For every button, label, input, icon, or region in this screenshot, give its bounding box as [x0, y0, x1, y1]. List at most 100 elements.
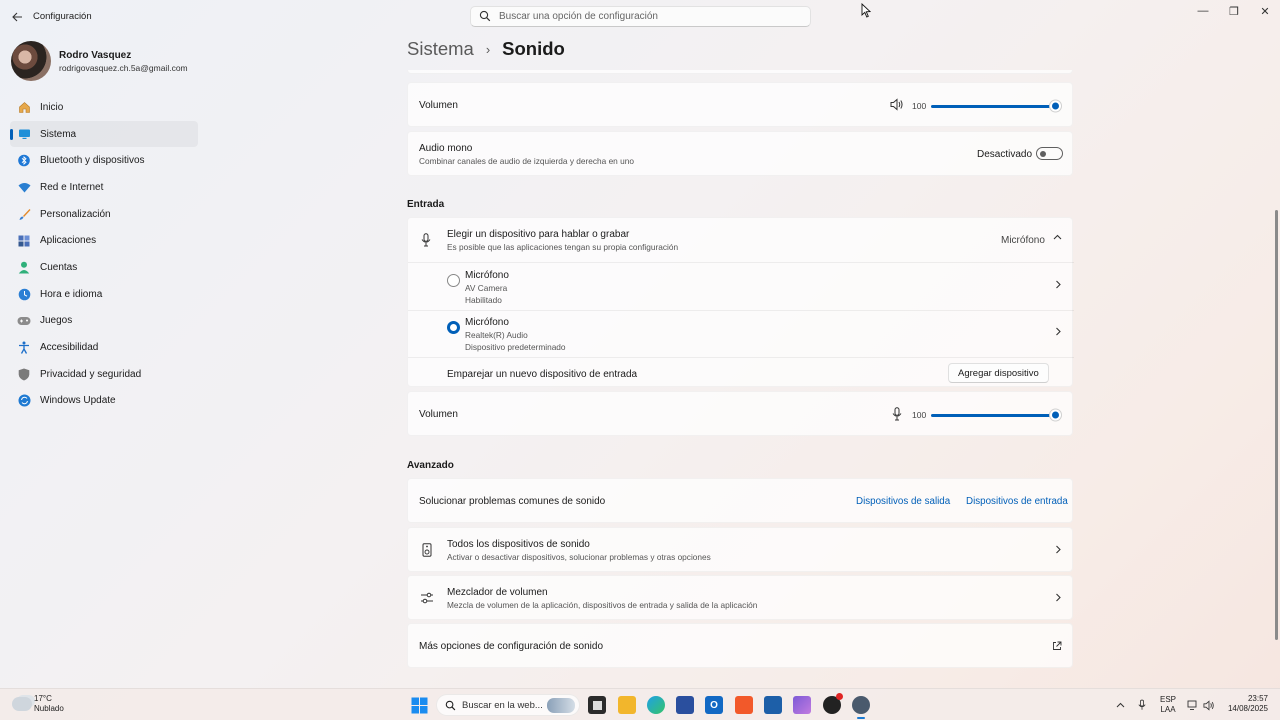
close-button[interactable]: ✕ [1250, 2, 1280, 20]
input-device-header[interactable]: Elegir un dispositivo para hablar o grab… [408, 218, 1074, 262]
output-volume-label: Volumen [419, 100, 458, 111]
file-explorer-icon[interactable] [618, 696, 636, 714]
audio-mono-subtitle: Combinar canales de audio de izquierda y… [419, 156, 634, 166]
cloud-icon [12, 697, 32, 711]
input-volume-slider[interactable] [931, 409, 1061, 421]
settings-search-input[interactable] [499, 11, 799, 22]
search-icon [445, 700, 456, 711]
profile-name: Rodro Vasquez [59, 49, 132, 61]
audio-mono-title: Audio mono [419, 143, 473, 154]
minimize-button[interactable]: — [1188, 2, 1218, 20]
card-partial [407, 70, 1073, 74]
audio-mono-state: Desactivado [977, 149, 1033, 160]
tray-overflow-icon[interactable] [1116, 689, 1125, 720]
edge-browser-icon[interactable] [647, 696, 665, 714]
slider-thumb[interactable] [1050, 100, 1061, 112]
search-icon [479, 10, 493, 24]
device-detail: Realtek(R) Audio [465, 330, 528, 340]
back-arrow-icon[interactable] [8, 8, 26, 26]
mixer-subtitle: Mezcla de volumen de la aplicación, disp… [447, 600, 758, 610]
device-status: Habilitado [465, 295, 502, 305]
external-link-icon[interactable] [1052, 640, 1062, 654]
store-icon[interactable] [676, 696, 694, 714]
selected-input-device: Micrófono [1001, 235, 1045, 246]
chevron-right-icon[interactable] [1054, 327, 1062, 339]
input-volume-card: Volumen 100 [407, 391, 1073, 436]
device-radio-selected[interactable] [447, 321, 460, 334]
network-icon[interactable] [1187, 689, 1199, 720]
content-area: Volumen 100 Audio mono Combinar canales … [0, 70, 1280, 688]
start-icon[interactable] [410, 696, 428, 714]
photos-icon[interactable] [764, 696, 782, 714]
device-status: Dispositivo predeterminado [465, 342, 566, 352]
mixer-sliders-icon [420, 591, 434, 608]
volume-mixer-card[interactable]: Mezclador de volumen Mezcla de volumen d… [407, 575, 1073, 620]
weather-temperature: 17°C [34, 694, 52, 703]
output-volume-value: 100 [912, 101, 927, 111]
troubleshoot-card: Solucionar problemas comunes de sonido D… [407, 478, 1073, 523]
choose-input-subtitle: Es posible que las aplicaciones tengan s… [447, 242, 679, 252]
brave-browser-icon[interactable] [735, 696, 753, 714]
input-device-row[interactable]: Micrófono AV Camera Habilitado [408, 263, 1074, 309]
vertical-scrollbar[interactable] [1275, 210, 1278, 640]
speaker-icon[interactable] [890, 98, 904, 114]
chevron-up-icon[interactable] [1053, 233, 1062, 245]
slider-track [931, 100, 1061, 112]
task-view-icon[interactable] [588, 696, 606, 714]
clock[interactable]: 23:57 14/08/2025 [1224, 694, 1268, 714]
divider [408, 357, 1074, 358]
weather-widget[interactable]: 17°C Nublado [12, 694, 64, 714]
all-devices-title: Todos los dispositivos de sonido [447, 539, 590, 550]
input-device-card: Elegir un dispositivo para hablar o grab… [407, 217, 1074, 387]
output-volume-card: Volumen 100 [407, 82, 1073, 127]
app-title: Configuración [33, 11, 92, 22]
settings-gear-icon[interactable] [852, 696, 870, 719]
clock-date: 14/08/2025 [1227, 704, 1268, 713]
device-radio[interactable] [447, 274, 460, 287]
chevron-right-icon[interactable] [1054, 593, 1062, 605]
speaker-box-icon [422, 543, 432, 560]
output-devices-link[interactable]: Dispositivos de salida [856, 496, 950, 507]
gamebar-icon[interactable] [793, 696, 811, 714]
more-options-label: Más opciones de configuración de sonido [419, 641, 604, 652]
volume-tray-icon[interactable] [1203, 689, 1215, 720]
chevron-right-icon[interactable] [1054, 280, 1062, 292]
input-devices-link[interactable]: Dispositivos de entrada [966, 496, 1068, 507]
all-devices-subtitle: Activar o desactivar dispositivos, soluc… [447, 552, 711, 562]
input-volume-label: Volumen [419, 409, 458, 420]
microphone-icon[interactable] [892, 407, 902, 424]
outlook-icon[interactable]: O [705, 696, 723, 714]
maximize-button[interactable]: ❐ [1219, 2, 1249, 20]
mouse-cursor-icon [861, 2, 872, 21]
input-volume-value: 100 [912, 410, 927, 420]
input-device-row[interactable]: Micrófono Realtek(R) Audio Dispositivo p… [408, 311, 1074, 357]
weather-condition: Nublado [34, 704, 64, 713]
add-device-button[interactable]: Agregar dispositivo [948, 363, 1049, 383]
settings-search-box[interactable] [470, 6, 811, 27]
breadcrumb-separator: › [485, 41, 491, 57]
output-volume-slider[interactable] [931, 100, 1061, 112]
mixer-title: Mezclador de volumen [447, 587, 548, 598]
language-indicator[interactable]: ESP LAA [1160, 695, 1176, 715]
breadcrumb-parent[interactable]: Sistema [407, 38, 474, 60]
breadcrumb: Sistema › Sonido [407, 38, 565, 60]
taskbar-search[interactable]: Buscar en la web... [436, 694, 580, 716]
input-section-title: Entrada [407, 199, 445, 210]
chevron-right-icon[interactable] [1054, 545, 1062, 557]
microphone-tray-icon[interactable] [1138, 689, 1146, 720]
slider-thumb[interactable] [1050, 409, 1061, 421]
search-highlight-icon [547, 698, 575, 713]
device-name: Micrófono [465, 270, 509, 281]
all-sound-devices-card[interactable]: Todos los dispositivos de sonido Activar… [407, 527, 1073, 572]
audio-mono-toggle[interactable] [1036, 147, 1063, 160]
troubleshoot-label: Solucionar problemas comunes de sonido [419, 496, 606, 507]
app-badge-icon[interactable] [823, 693, 843, 714]
title-bar: Configuración — ❐ ✕ [0, 0, 1280, 32]
clock-time: 23:57 [1247, 694, 1268, 703]
device-name: Micrófono [465, 317, 509, 328]
audio-mono-card: Audio mono Combinar canales de audio de … [407, 131, 1073, 176]
more-sound-options-card[interactable]: Más opciones de configuración de sonido [407, 623, 1073, 668]
taskbar-search-label: Buscar en la web... [462, 699, 543, 711]
microphone-icon [421, 233, 431, 250]
advanced-section-title: Avanzado [407, 460, 454, 471]
